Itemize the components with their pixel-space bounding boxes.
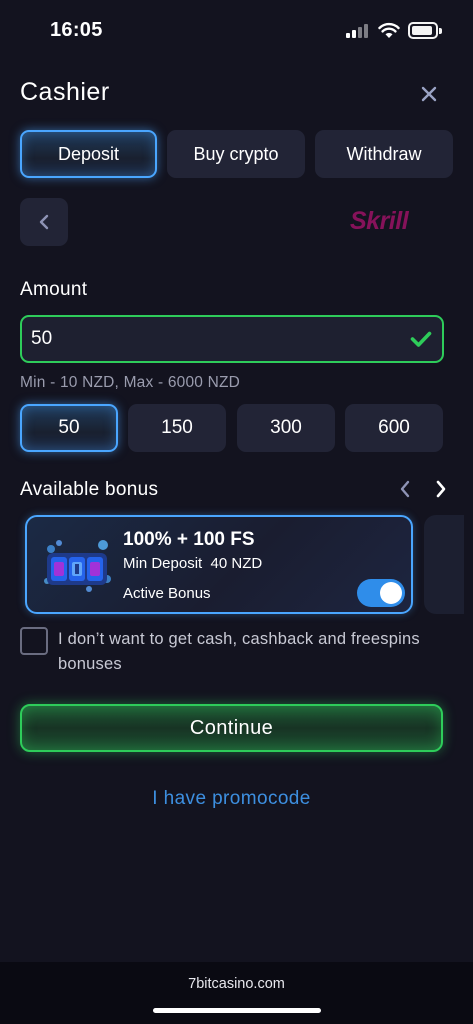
wifi-icon bbox=[378, 22, 400, 38]
close-button[interactable] bbox=[415, 80, 443, 108]
amount-field[interactable] bbox=[20, 315, 444, 363]
amount-range-hint: Min - 10 NZD, Max - 6000 NZD bbox=[20, 374, 241, 391]
skrill-logo: Skrill bbox=[350, 207, 409, 235]
tab-withdraw[interactable]: Withdraw bbox=[315, 130, 453, 178]
bonus-section-label: Available bonus bbox=[20, 479, 159, 500]
opt-out-bonus-checkbox[interactable] bbox=[20, 627, 48, 655]
preset-label: 300 bbox=[270, 417, 302, 438]
opt-out-bonus-text: I don’t want to get cash, cashback and f… bbox=[58, 630, 420, 673]
bonus-card[interactable]: 100% + 100 FS Min Deposit 40 NZD Active … bbox=[25, 515, 413, 614]
chevron-right-icon bbox=[436, 480, 446, 498]
status-bar: 16:05 bbox=[0, 0, 473, 62]
browser-url[interactable]: 7bitcasino.com bbox=[0, 976, 473, 992]
browser-bottom-bar bbox=[0, 962, 473, 1024]
amount-label: Amount bbox=[20, 279, 88, 300]
bonus-title: 100% + 100 FS bbox=[123, 529, 255, 550]
battery-icon bbox=[408, 22, 442, 39]
preset-amount-150[interactable]: 150 bbox=[128, 404, 226, 452]
tab-label: Deposit bbox=[57, 143, 120, 164]
tab-buy-crypto[interactable]: Buy crypto bbox=[167, 130, 305, 178]
tab-label: Buy crypto bbox=[193, 143, 279, 164]
bonus-min-deposit: Min Deposit 40 NZD bbox=[123, 555, 263, 572]
amount-input[interactable] bbox=[31, 328, 391, 350]
check-icon bbox=[410, 331, 432, 347]
close-icon bbox=[421, 86, 437, 102]
continue-button[interactable]: Continue bbox=[20, 704, 443, 752]
home-indicator[interactable] bbox=[153, 1008, 321, 1013]
active-bonus-toggle[interactable] bbox=[357, 579, 405, 607]
tab-label: Withdraw bbox=[346, 143, 422, 164]
bonus-prev-button[interactable] bbox=[398, 478, 412, 505]
bonus-next-button[interactable] bbox=[434, 478, 448, 505]
next-bonus-card[interactable] bbox=[424, 515, 464, 614]
chevron-left-icon bbox=[39, 214, 49, 230]
preset-amount-300[interactable]: 300 bbox=[237, 404, 335, 452]
slot-machine-image bbox=[44, 540, 111, 592]
preset-label: 600 bbox=[378, 417, 410, 438]
bonus-active-label: Active Bonus bbox=[123, 585, 211, 602]
preset-label: 150 bbox=[161, 417, 193, 438]
signal-icon bbox=[346, 24, 370, 38]
page-title: Cashier bbox=[20, 78, 110, 106]
preset-label: 50 bbox=[58, 417, 80, 438]
chevron-left-icon bbox=[400, 480, 410, 498]
back-button[interactable] bbox=[20, 198, 68, 246]
continue-label: Continue bbox=[189, 716, 274, 739]
preset-amount-50[interactable]: 50 bbox=[20, 404, 118, 452]
toggle-knob bbox=[380, 582, 402, 604]
promocode-link[interactable]: I have promocode bbox=[0, 788, 463, 810]
preset-amount-600[interactable]: 600 bbox=[345, 404, 443, 452]
tab-deposit[interactable]: Deposit bbox=[20, 130, 157, 178]
status-time: 16:05 bbox=[50, 19, 103, 41]
